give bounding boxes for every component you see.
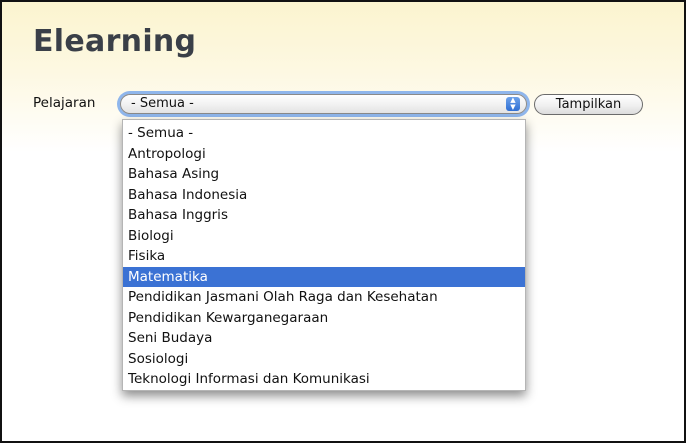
subject-select[interactable]: - Semua - ▲ ▼ (120, 94, 527, 114)
show-button[interactable]: Tampilkan (534, 94, 643, 115)
subject-dropdown-list: - Semua - Antropologi Bahasa Asing Bahas… (122, 119, 526, 391)
dropdown-option[interactable]: Bahasa Inggris (123, 205, 525, 226)
page-frame: Elearning Pelajaran - Semua - ▲ ▼ Tampilk… (0, 0, 686, 443)
subject-select-value: - Semua - (131, 96, 194, 111)
dropdown-option[interactable]: Sosiologi (123, 349, 525, 370)
dropdown-option[interactable]: Fisika (123, 246, 525, 267)
page-title: Elearning (33, 24, 197, 59)
updown-arrows-icon: ▲ ▼ (506, 97, 520, 111)
dropdown-option[interactable]: Teknologi Informasi dan Komunikasi (123, 369, 525, 390)
dropdown-option[interactable]: - Semua - (123, 123, 525, 144)
subject-label: Pelajaran (33, 95, 96, 111)
dropdown-option[interactable]: Pendidikan Jasmani Olah Raga dan Kesehat… (123, 287, 525, 308)
dropdown-option[interactable]: Pendidikan Kewarganegaraan (123, 308, 525, 329)
dropdown-option[interactable]: Bahasa Asing (123, 164, 525, 185)
dropdown-option[interactable]: Bahasa Indonesia (123, 185, 525, 206)
dropdown-option[interactable]: Antropologi (123, 144, 525, 165)
dropdown-option[interactable]: Biologi (123, 226, 525, 247)
dropdown-option[interactable]: Seni Budaya (123, 328, 525, 349)
dropdown-option-highlighted[interactable]: Matematika (123, 266, 525, 287)
